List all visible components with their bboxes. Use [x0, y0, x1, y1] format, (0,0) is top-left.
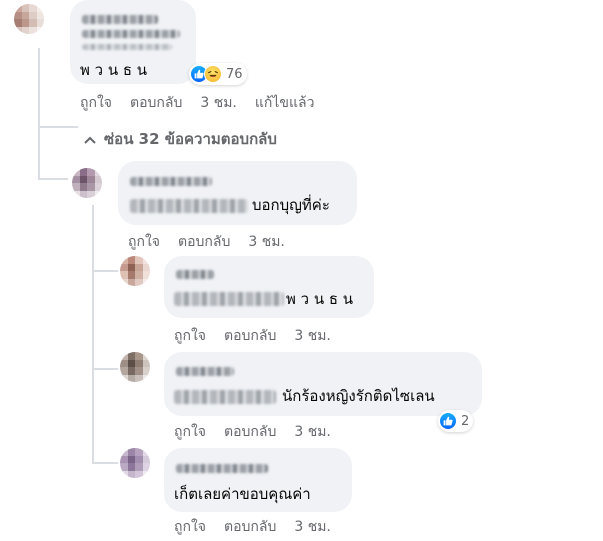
comment-text: พ ว น ธ น — [286, 290, 354, 308]
hide-replies-label: ซ่อน 32 ข้อความตอบกลับ — [104, 130, 277, 148]
thread-line-main — [38, 48, 40, 128]
blurred-text — [130, 199, 248, 213]
author-name-line2 — [82, 30, 180, 38]
author-name[interactable] — [176, 270, 214, 279]
like-button[interactable]: ถูกใจ — [80, 92, 112, 114]
comment-text: นักร้องหญิงรักติดไซเลน — [282, 387, 435, 405]
comment-actions: ถูกใจ ตอบกลับ 3 ชม. — [174, 518, 331, 536]
reply-button[interactable]: ตอบกลับ — [224, 516, 276, 538]
timestamp[interactable]: 3 ชม. — [294, 421, 331, 443]
comment-bubble: เก็ตเลยค่าขอบคุณค่า — [164, 448, 352, 512]
reaction-summary[interactable]: 76 — [189, 63, 247, 85]
reaction-summary[interactable]: 2 — [438, 410, 474, 432]
avatar[interactable] — [120, 352, 150, 382]
author-name[interactable] — [176, 464, 268, 473]
timestamp[interactable]: 3 ชม. — [248, 231, 285, 253]
comment-bubble: พ ว น ธ น — [70, 0, 196, 84]
thread-branch-hide — [38, 126, 78, 128]
author-name-line3 — [82, 44, 172, 50]
author-name[interactable] — [176, 367, 234, 376]
timestamp[interactable]: 3 ชม. — [294, 516, 331, 538]
comment-actions: ถูกใจ ตอบกลับ 3 ชม. แก้ไขแล้ว — [80, 94, 314, 112]
blurred-text — [174, 292, 284, 306]
comment-bubble: บอกบุญที่ค่ะ — [118, 161, 357, 225]
author-name[interactable] — [130, 177, 212, 186]
reply-button[interactable]: ตอบกลับ — [224, 421, 276, 443]
haha-icon — [204, 65, 222, 83]
thread-line-level2 — [92, 205, 94, 463]
timestamp[interactable]: 3 ชม. — [200, 92, 237, 114]
like-button[interactable]: ถูกใจ — [174, 516, 206, 538]
like-button[interactable]: ถูกใจ — [174, 325, 206, 347]
comment-bubble: นักร้องหญิงรักติดไซเลน — [164, 352, 482, 416]
reply-button[interactable]: ตอบกลับ — [224, 325, 276, 347]
comment-actions: ถูกใจ ตอบกลับ 3 ชม. — [174, 423, 331, 441]
chevron-up-icon — [84, 130, 96, 148]
thread-line-level1 — [38, 128, 40, 180]
like-button[interactable]: ถูกใจ — [128, 231, 160, 253]
reaction-count: 2 — [461, 413, 470, 429]
timestamp[interactable]: 3 ชม. — [294, 325, 331, 347]
edited-label[interactable]: แก้ไขแล้ว — [255, 92, 315, 114]
thread-branch-reply4 — [92, 462, 118, 464]
like-button[interactable]: ถูกใจ — [174, 421, 206, 443]
thread-branch-reply1 — [38, 178, 68, 180]
comment-actions: ถูกใจ ตอบกลับ 3 ชม. — [174, 327, 331, 345]
comment-text: เก็ตเลยค่าขอบคุณค่า — [174, 485, 311, 503]
avatar[interactable] — [120, 448, 150, 478]
avatar[interactable] — [14, 4, 44, 34]
reply-button[interactable]: ตอบกลับ — [130, 92, 182, 114]
hide-replies-button[interactable]: ซ่อน 32 ข้อความตอบกลับ — [84, 127, 277, 151]
avatar[interactable] — [120, 256, 150, 286]
reply-button[interactable]: ตอบกลับ — [178, 231, 230, 253]
comment-text: บอกบุญที่ค่ะ — [252, 196, 330, 214]
author-name[interactable] — [82, 15, 158, 24]
comment-actions: ถูกใจ ตอบกลับ 3 ชม. — [128, 233, 285, 251]
comment-text: พ ว น ธ น — [80, 61, 148, 79]
comment-bubble: พ ว น ธ น — [164, 256, 374, 318]
thumbs-up-icon — [439, 412, 457, 430]
reaction-count: 76 — [226, 66, 243, 82]
thread-branch-reply3 — [92, 368, 118, 370]
blurred-text — [174, 390, 276, 404]
thread-branch-reply2 — [92, 270, 118, 272]
avatar[interactable] — [72, 168, 102, 198]
